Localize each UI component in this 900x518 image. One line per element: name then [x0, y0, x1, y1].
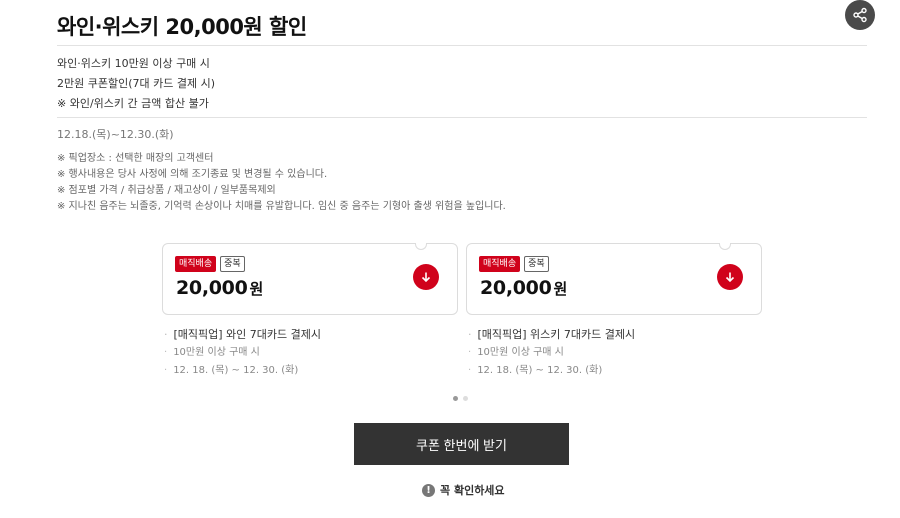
- note-line: ※ 행사내용은 당사 사정에 의해 조기종료 및 변경될 수 있습니다.: [57, 169, 328, 180]
- coupon-condition: 10만원 이상 구매 시: [173, 347, 260, 358]
- carousel-pagination: [453, 396, 468, 401]
- coupon-amount: 20,000 원: [176, 277, 263, 299]
- notice-link[interactable]: ! 꼭 확인하세요: [422, 482, 505, 498]
- coupon-badges: 매직배송 중복: [479, 256, 549, 272]
- event-period: 12.18.(목)~12.30.(화): [57, 128, 174, 141]
- bullet: ·: [164, 347, 168, 358]
- amount-value: 20,000: [480, 277, 552, 299]
- divider: [57, 45, 867, 46]
- coupon-condition: 10만원 이상 구매 시: [477, 347, 564, 358]
- coupon-notch: [415, 243, 427, 250]
- share-button[interactable]: [845, 0, 875, 30]
- bullet: ·: [468, 328, 472, 341]
- download-arrow-icon: [421, 272, 431, 283]
- coupon-card[interactable]: 매직배송 중복 20,000 원: [466, 243, 762, 315]
- note-line: ※ 지나친 음주는 뇌졸중, 기억력 손상이나 치매를 유발합니다. 임신 중 …: [57, 201, 506, 212]
- event-notes: ※ 픽업장소 : 선택한 매장의 고객센터 ※ 행사내용은 당사 사정에 의해 …: [57, 151, 506, 215]
- note-line: ※ 점포별 가격 / 취급상품 / 재고상이 / 일부품목제외: [57, 185, 276, 196]
- bullet: ·: [164, 365, 168, 376]
- event-description: 와인·위스키 10만원 이상 구매 시 2만원 쿠폰할인(7대 카드 결제 시)…: [57, 54, 215, 114]
- amount-value: 20,000: [176, 277, 248, 299]
- coupon-badges: 매직배송 중복: [175, 256, 245, 272]
- note-line: ※ 픽업장소 : 선택한 매장의 고객센터: [57, 153, 214, 164]
- coupon-name: [매직픽업] 위스키 7대카드 결제시: [477, 328, 636, 341]
- coupon-period: 12. 18. (목) ~ 12. 30. (화): [477, 365, 603, 376]
- amount-unit: 원: [249, 280, 264, 298]
- notice-label: 꼭 확인하세요: [440, 484, 505, 497]
- description-line: ※ 와인/위스키 간 금액 합산 불가: [57, 97, 209, 110]
- share-icon: [853, 7, 867, 23]
- bullet: ·: [468, 347, 472, 358]
- coupon-period: 12. 18. (목) ~ 12. 30. (화): [173, 365, 299, 376]
- page-title: 와인·위스키 20,000원 할인: [57, 15, 307, 39]
- coupon-info: · [매직픽업] 와인 7대카드 결제시 · 10만원 이상 구매 시 · 12. 1…: [164, 326, 321, 380]
- bullet: ·: [164, 328, 168, 341]
- divider: [57, 117, 867, 118]
- download-arrow-icon: [725, 272, 735, 283]
- carousel-dot-2[interactable]: [463, 396, 468, 401]
- duplicate-badge: 중복: [220, 256, 245, 272]
- coupon-amount: 20,000 원: [480, 277, 567, 299]
- get-all-coupons-button[interactable]: 쿠폰 한번에 받기: [354, 423, 569, 465]
- coupon-name: [매직픽업] 와인 7대카드 결제시: [173, 328, 322, 341]
- description-line: 2만원 쿠폰할인(7대 카드 결제 시): [57, 77, 216, 90]
- coupon-card[interactable]: 매직배송 중복 20,000 원: [162, 243, 458, 315]
- coupon-notch: [719, 243, 731, 250]
- delivery-badge: 매직배송: [175, 256, 217, 272]
- exclamation-icon: !: [422, 483, 435, 497]
- bullet: ·: [468, 365, 472, 376]
- description-line: 와인·위스키 10만원 이상 구매 시: [57, 57, 210, 70]
- coupon-download-button[interactable]: [413, 264, 439, 290]
- delivery-badge: 매직배송: [479, 256, 521, 272]
- coupon-info: · [매직픽업] 위스키 7대카드 결제시 · 10만원 이상 구매 시 · 12. …: [468, 326, 635, 380]
- amount-unit: 원: [553, 280, 568, 298]
- coupon-download-button[interactable]: [717, 264, 743, 290]
- duplicate-badge: 중복: [524, 256, 549, 272]
- carousel-dot-1[interactable]: [453, 396, 458, 401]
